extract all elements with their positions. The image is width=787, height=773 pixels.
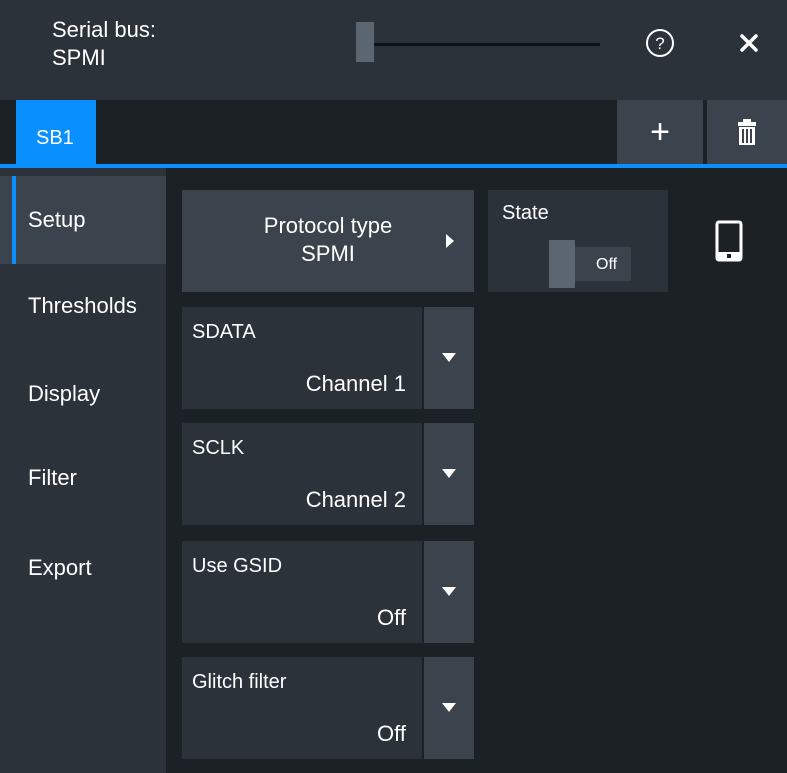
transparency-slider-track[interactable] [374, 43, 600, 46]
sidebar-item-display[interactable]: Display [0, 350, 166, 438]
sclk-value: Channel 2 [305, 487, 406, 512]
transparency-slider-handle[interactable] [356, 22, 374, 62]
state-value: Off [596, 256, 618, 273]
sidebar: Setup Thresholds Display Filter Export [0, 168, 166, 773]
sdata-field[interactable]: SDATA Channel 1 [182, 307, 422, 409]
tab-sb1[interactable]: SB1 [16, 100, 96, 166]
glitch-filter-dropdown-button[interactable] [424, 657, 474, 759]
glitch-filter-value: Off [377, 721, 406, 746]
close-icon[interactable] [734, 28, 764, 58]
use-gsid-label: Use GSID [192, 555, 283, 577]
chevron-down-icon [442, 469, 456, 478]
state-toggle-handle[interactable] [549, 240, 575, 288]
use-gsid-dropdown-button[interactable] [424, 541, 474, 643]
glitch-filter-field[interactable]: Glitch filter Off [182, 657, 422, 759]
sclk-label: SCLK [192, 437, 245, 459]
chevron-down-icon [442, 587, 456, 596]
protocol-type-label: Protocol type [263, 213, 393, 238]
chevron-down-icon [442, 353, 456, 362]
protocol-type-button[interactable]: Protocol type SPMI [182, 190, 474, 292]
use-gsid-value: Off [377, 605, 406, 630]
chevron-right-icon [446, 234, 454, 248]
chevron-down-icon [442, 703, 456, 712]
trash-icon [738, 119, 756, 145]
use-gsid-field[interactable]: Use GSID Off [182, 541, 422, 643]
svg-text:?: ? [655, 34, 664, 53]
sdata-label: SDATA [192, 321, 256, 343]
sdata-dropdown-button[interactable] [424, 307, 474, 409]
sclk-dropdown-button[interactable] [424, 423, 474, 525]
delete-bus-button[interactable] [707, 100, 787, 164]
sclk-field[interactable]: SCLK Channel 2 [182, 423, 422, 525]
dialog-title: Serial bus: SPMI [52, 17, 156, 70]
state-label: State [502, 202, 549, 224]
mobile-device-icon[interactable] [714, 220, 744, 262]
sdata-value: Channel 1 [305, 371, 406, 396]
help-icon[interactable]: ? [645, 28, 675, 58]
protocol-type-value: SPMI [301, 241, 355, 266]
sidebar-item-thresholds[interactable]: Thresholds [0, 262, 166, 350]
sidebar-item-export[interactable]: Export [0, 524, 166, 612]
add-bus-button[interactable]: + [617, 100, 703, 164]
sidebar-item-filter[interactable]: Filter [0, 434, 166, 522]
glitch-filter-label: Glitch filter [192, 671, 287, 693]
sidebar-item-setup[interactable]: Setup [0, 176, 166, 264]
